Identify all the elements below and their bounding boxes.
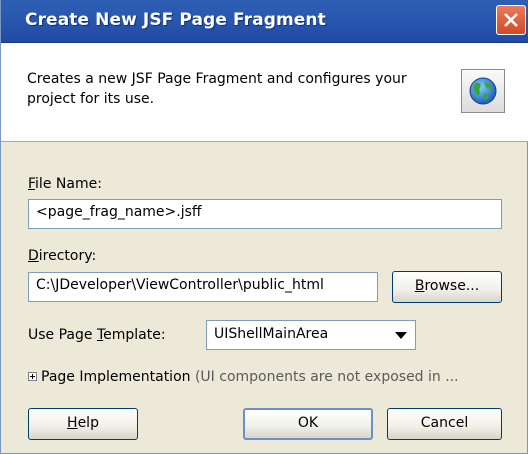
page-implementation-note: (UI components are not exposed in ...	[194, 369, 459, 385]
help-button[interactable]: Help	[28, 408, 138, 440]
close-button[interactable]	[496, 5, 526, 35]
page-implementation-expander[interactable]: Page Implementation (UI components are n…	[28, 369, 459, 385]
title-bar[interactable]: Create New JSF Page Fragment	[1, 0, 528, 43]
cancel-button[interactable]: Cancel	[387, 408, 502, 440]
globe-icon	[469, 77, 497, 105]
template-select[interactable]: UIShellMainArea	[206, 320, 416, 350]
chevron-down-icon	[395, 332, 407, 339]
file-name-label: File Name:	[28, 176, 102, 192]
dialog-description: Creates a new JSF Page Fragment and conf…	[27, 71, 407, 107]
dialog-window: Create New JSF Page Fragment Creates a n…	[0, 0, 528, 454]
ok-button[interactable]: OK	[243, 408, 373, 440]
file-name-input[interactable]: <page_frag_name>.jsff	[28, 199, 502, 229]
dialog-title: Create New JSF Page Fragment	[25, 10, 326, 30]
directory-label: Directory:	[28, 248, 97, 264]
template-select-value: UIShellMainArea	[214, 326, 329, 342]
directory-input[interactable]: C:\JDeveloper\ViewController\public_html	[28, 272, 378, 302]
close-icon	[504, 13, 518, 27]
header-icon-frame	[461, 69, 505, 113]
page-implementation-label: Page Implementation	[41, 369, 191, 385]
plus-icon[interactable]	[28, 371, 37, 381]
template-label: Use Page Template:	[28, 327, 166, 343]
browse-button[interactable]: Browse...	[392, 271, 502, 303]
header-panel: Creates a new JSF Page Fragment and conf…	[1, 43, 528, 142]
